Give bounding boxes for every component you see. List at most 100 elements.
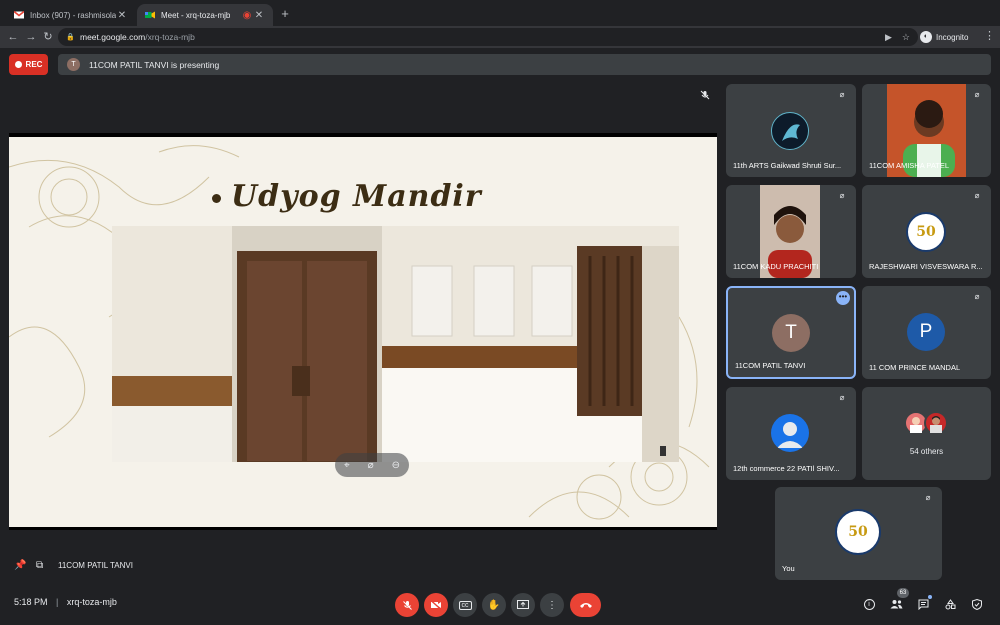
tab-gmail-inbox[interactable]: Inbox (907) - rashmisolanki@ ✕ [6, 4, 136, 26]
gmail-icon [14, 10, 24, 19]
mic-off-icon [700, 90, 710, 102]
participant-avatar: T [772, 314, 810, 352]
tab-label: Meet - xrq-toza-mjb [161, 10, 231, 20]
microphone-off-button[interactable] [395, 593, 419, 617]
mic-off-icon: ⌀ [839, 191, 845, 200]
school-logo: 50 [906, 212, 946, 252]
address-bar[interactable]: 🔒 meet.google.com /xrq-toza-mjb [58, 28, 918, 46]
mic-off-icon: ⌀ [974, 90, 980, 99]
more-options-icon[interactable]: ••• [836, 291, 850, 305]
lock-icon: 🔒 [66, 34, 75, 41]
camera-in-use-icon[interactable]: ▶ [885, 32, 892, 43]
people-icon [890, 600, 902, 609]
others-tile[interactable]: 54 others [862, 387, 991, 480]
participant-tile[interactable]: ⌀ 50 RAJESHWARI VISVESWARA R... [862, 185, 991, 278]
rec-label: REC [25, 60, 43, 69]
pin-icon[interactable]: 📌 [14, 560, 28, 571]
present-screen-icon [517, 600, 529, 609]
recording-badge[interactable]: REC [9, 54, 48, 75]
others-count: 54 others [909, 447, 944, 456]
meeting-info: 5:18 PM | xrq-toza-mjb [14, 597, 117, 607]
captions-button[interactable]: cc [453, 593, 477, 617]
tab-label: Inbox (907) - rashmisolanki@ [30, 10, 116, 20]
reload-icon[interactable]: ↻ [40, 29, 56, 45]
presentation-hover-controls: ⌖ ⌀ ⊖ [335, 453, 409, 477]
presenter-name: 11COM PATIL TANVI [58, 561, 133, 570]
browser-tab-strip: Inbox (907) - rashmisolanki@ ✕ Meet - xr… [0, 0, 1000, 26]
participant-tile[interactable]: ⌀ 11COM KADU PRACHITI [726, 185, 856, 278]
shield-icon [972, 598, 982, 610]
remove-icon[interactable]: ⊖ [392, 460, 400, 471]
activities-button[interactable] [941, 595, 959, 613]
default-avatar-icon [771, 414, 809, 452]
incognito-label: Incognito [936, 32, 969, 42]
notification-dot-icon [928, 595, 932, 599]
forward-icon[interactable]: → [23, 29, 39, 45]
participant-avatar: P [907, 313, 945, 351]
participant-name: You [782, 564, 795, 573]
mic-off-icon: ⌀ [839, 393, 845, 402]
close-icon[interactable]: ✕ [116, 10, 128, 21]
meet-icon [145, 11, 155, 19]
present-now-button[interactable] [511, 593, 535, 617]
captions-icon: cc [458, 600, 472, 610]
close-icon[interactable]: ✕ [253, 10, 265, 21]
present-screen-icon: ⧉ [36, 560, 44, 571]
activities-icon [945, 598, 955, 609]
more-vert-icon: ⋮ [547, 599, 557, 611]
tab-meet[interactable]: Meet - xrq-toza-mjb ◉ ✕ [137, 4, 273, 26]
record-dot-icon [14, 61, 22, 68]
hand-icon: ✋ [487, 599, 501, 611]
camera-off-button[interactable] [424, 593, 448, 617]
new-tab-button[interactable]: + [277, 6, 293, 22]
omnibox-actions: ▶ ☆ [885, 28, 910, 46]
participant-name: 12th commerce 22 PATIl SHIV... [733, 464, 840, 473]
leave-call-button[interactable] [570, 593, 601, 617]
incognito-indicator[interactable]: ◐ Incognito [920, 28, 968, 46]
participant-name: 11 COM PRINCE MANDAL [869, 363, 961, 372]
mic-off-icon [402, 600, 412, 610]
separator: | [56, 597, 59, 607]
slide-photo [112, 226, 679, 462]
presenting-banner: T 11COM PATIL TANVI is presenting [58, 54, 991, 75]
current-time: 5:18 PM [14, 597, 48, 607]
participant-name: 11COM KADU PRACHITI [733, 262, 819, 271]
info-icon: i [863, 598, 875, 610]
url-host: meet.google.com [80, 32, 146, 42]
participant-tile[interactable]: ⌀ 11COM AMISHA PATEL [862, 84, 991, 177]
mic-off-icon: ⌀ [839, 90, 845, 99]
presenter-avatar: T [67, 58, 80, 71]
host-controls-button[interactable] [968, 595, 986, 613]
incognito-icon: ◐ [920, 31, 932, 43]
presenter-caption: 📌 ⧉ 11COM PATIL TANVI [14, 560, 133, 571]
people-count-badge: 63 [897, 588, 909, 598]
participant-name: RAJESHWARI VISVESWARA R... [869, 262, 983, 271]
participant-tile[interactable]: ⌀ P 11 COM PRINCE MANDAL [862, 286, 991, 379]
participant-tile-active[interactable]: ••• T 11COM PATIL TANVI [726, 286, 856, 379]
participant-tile[interactable]: ⌀ 11th ARTS Gaikwad Shruti Sur... [726, 84, 856, 177]
participant-name: 11COM PATIL TANVI [735, 361, 806, 370]
chat-button[interactable] [914, 595, 932, 613]
mic-off-icon: ⌀ [925, 493, 931, 502]
more-options-button[interactable]: ⋮ [540, 593, 564, 617]
presenting-text: 11COM PATIL TANVI is presenting [89, 59, 220, 70]
phone-hangup-icon [579, 603, 592, 608]
participant-name: 11COM AMISHA PATEL [869, 161, 950, 170]
participant-avatar [771, 112, 809, 150]
back-icon[interactable]: ← [5, 29, 21, 45]
pin-off-icon[interactable]: ⌖ [344, 460, 350, 471]
browser-toolbar: ← → ↻ 🔒 meet.google.com /xrq-toza-mjb ▶ … [0, 26, 1000, 48]
self-tile[interactable]: ⌀ 50 You [775, 487, 942, 580]
participant-name: 11th ARTS Gaikwad Shruti Sur... [733, 161, 842, 170]
browser-menu-icon[interactable]: ⋮ [984, 29, 995, 42]
slide-title: Udyog Mandir [231, 179, 482, 214]
raise-hand-button[interactable]: ✋ [482, 593, 506, 617]
meeting-details-button[interactable]: i [860, 595, 878, 613]
bookmark-star-icon[interactable]: ☆ [902, 32, 910, 43]
school-logo: 50 [835, 509, 881, 555]
call-controls-bar: 5:18 PM | xrq-toza-mjb cc ✋ ⋮ i 63 [0, 585, 1000, 625]
mute-participant-icon[interactable]: ⌀ [368, 460, 374, 471]
participant-tile[interactable]: ⌀ 12th commerce 22 PATIl SHIV... [726, 387, 856, 480]
recording-indicator-icon: ◉ [242, 9, 252, 21]
camera-off-icon [430, 600, 442, 610]
